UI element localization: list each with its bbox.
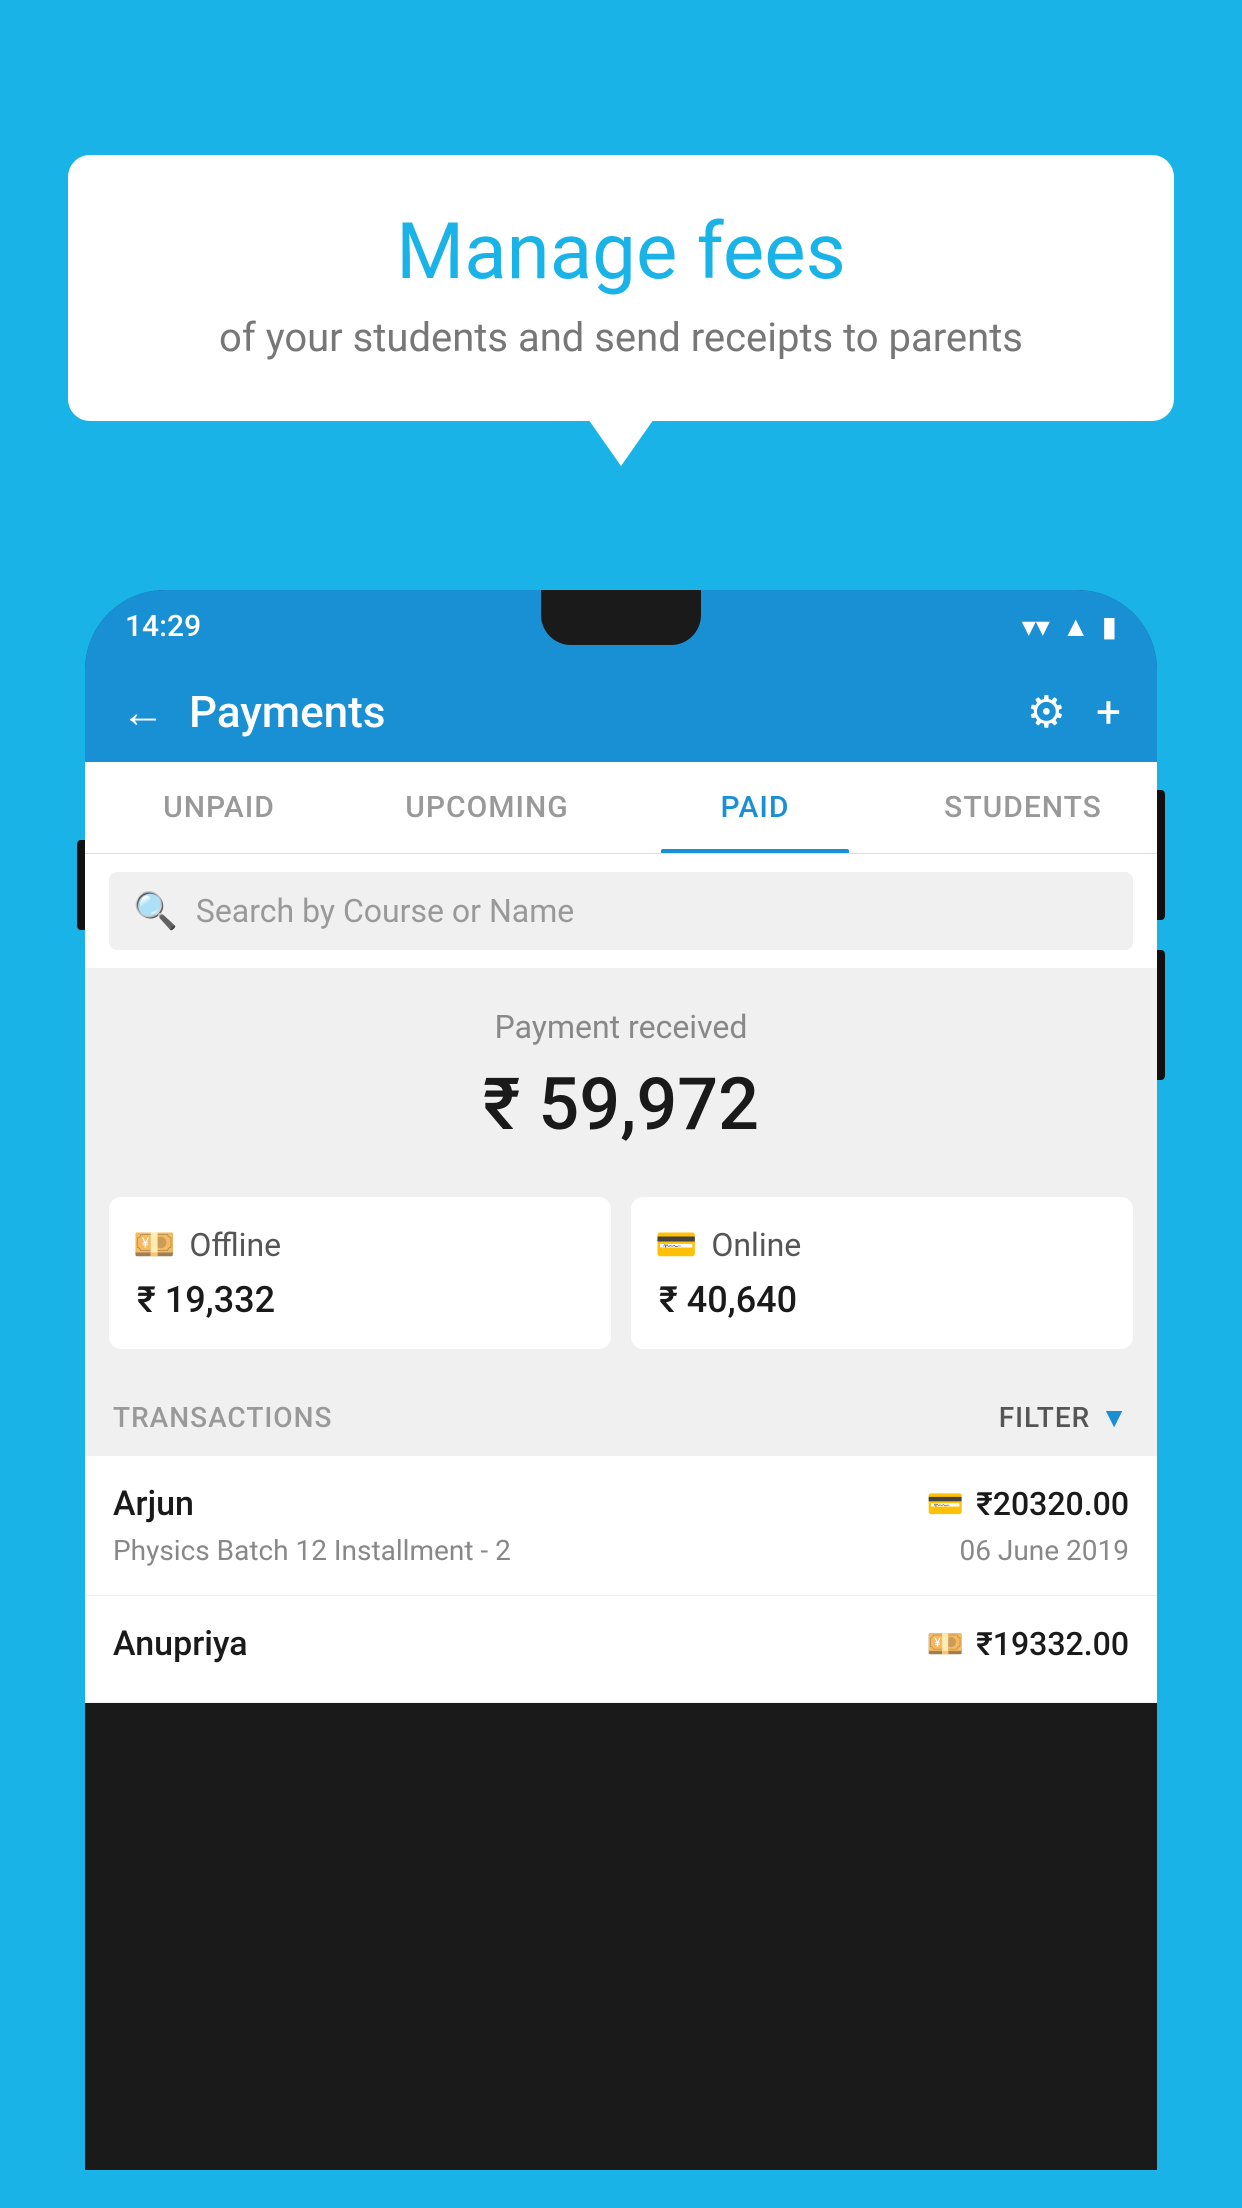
transaction-top-arjun: Arjun 💳 ₹20320.00 [113, 1484, 1129, 1524]
offline-amount: ₹ 19,332 [133, 1279, 587, 1321]
transaction-name: Anupriya [113, 1624, 248, 1664]
offline-method: 💴 Offline [133, 1225, 587, 1265]
app-header: ← Payments ⚙ + [85, 662, 1157, 762]
offline-icon: 💴 [133, 1225, 175, 1265]
cash-icon: 💴 [927, 1627, 964, 1662]
speech-bubble-container: Manage fees of your students and send re… [68, 155, 1174, 421]
transaction-course: Physics Batch 12 Installment - 2 [113, 1534, 511, 1567]
bubble-title: Manage fees [128, 210, 1114, 296]
back-button[interactable]: ← [121, 686, 165, 738]
table-row[interactable]: Arjun 💳 ₹20320.00 Physics Batch 12 Insta… [85, 1456, 1157, 1596]
online-label: Online [711, 1226, 801, 1264]
signal-icon: ▲ [1062, 610, 1090, 643]
transactions-label: TRANSACTIONS [113, 1401, 332, 1434]
payment-cards: 💴 Offline ₹ 19,332 💳 Online ₹ 40,640 [85, 1177, 1157, 1379]
table-row[interactable]: Anupriya 💴 ₹19332.00 [85, 1596, 1157, 1703]
phone-frame: 14:29 ▾▾ ▲ ▮ ← Payments ⚙ + UNPAID UPCOM… [85, 590, 1157, 2170]
transactions-header: TRANSACTIONS FILTER ▼ [85, 1379, 1157, 1456]
filter-icon: ▼ [1100, 1401, 1129, 1434]
phone-power-button [1157, 790, 1165, 920]
search-bar[interactable]: 🔍 Search by Course or Name [109, 872, 1133, 950]
bubble-subtitle: of your students and send receipts to pa… [128, 314, 1114, 361]
offline-card: 💴 Offline ₹ 19,332 [109, 1197, 611, 1349]
filter-label: FILTER [999, 1401, 1091, 1434]
transaction-bottom-arjun: Physics Batch 12 Installment - 2 06 June… [113, 1534, 1129, 1567]
search-container: 🔍 Search by Course or Name [85, 854, 1157, 968]
settings-icon[interactable]: ⚙ [1027, 686, 1066, 738]
wifi-icon: ▾▾ [1022, 610, 1050, 643]
speech-bubble: Manage fees of your students and send re… [68, 155, 1174, 421]
online-amount: ₹ 40,640 [655, 1279, 1109, 1321]
add-button[interactable]: + [1096, 686, 1121, 738]
status-icons: ▾▾ ▲ ▮ [1022, 610, 1117, 643]
tab-paid[interactable]: PAID [621, 762, 889, 853]
tab-upcoming[interactable]: UPCOMING [353, 762, 621, 853]
tab-bar: UNPAID UPCOMING PAID STUDENTS [85, 762, 1157, 854]
transaction-amount-row: 💴 ₹19332.00 [927, 1625, 1129, 1663]
app-content: 🔍 Search by Course or Name Payment recei… [85, 854, 1157, 1703]
header-actions: ⚙ + [1027, 686, 1121, 738]
transaction-list: Arjun 💳 ₹20320.00 Physics Batch 12 Insta… [85, 1456, 1157, 1703]
transaction-name: Arjun [113, 1484, 194, 1524]
phone-power-button-2 [1157, 950, 1165, 1080]
credit-card-icon: 💳 [927, 1487, 964, 1522]
header-title: Payments [189, 686, 1027, 738]
transaction-date: 06 June 2019 [959, 1534, 1129, 1567]
transaction-amount-row: 💳 ₹20320.00 [927, 1485, 1129, 1523]
payment-received-label: Payment received [109, 1008, 1133, 1046]
battery-icon: ▮ [1102, 610, 1117, 643]
online-icon: 💳 [655, 1225, 697, 1265]
tab-unpaid[interactable]: UNPAID [85, 762, 353, 853]
filter-button[interactable]: FILTER ▼ [999, 1401, 1129, 1434]
search-input[interactable]: Search by Course or Name [196, 892, 574, 930]
transaction-amount: ₹19332.00 [976, 1625, 1129, 1663]
online-card: 💳 Online ₹ 40,640 [631, 1197, 1133, 1349]
transaction-amount: ₹20320.00 [976, 1485, 1129, 1523]
payment-summary: Payment received ₹ 59,972 [85, 968, 1157, 1177]
tab-students[interactable]: STUDENTS [889, 762, 1157, 853]
search-icon: 🔍 [133, 890, 178, 932]
payment-total-amount: ₹ 59,972 [109, 1062, 1133, 1147]
offline-label: Offline [189, 1226, 281, 1264]
phone-mockup: 14:29 ▾▾ ▲ ▮ ← Payments ⚙ + UNPAID UPCOM… [85, 590, 1157, 2208]
phone-volume-button [77, 840, 85, 930]
online-method: 💳 Online [655, 1225, 1109, 1265]
phone-notch [541, 590, 701, 645]
status-time: 14:29 [125, 609, 201, 644]
transaction-top-anupriya: Anupriya 💴 ₹19332.00 [113, 1624, 1129, 1664]
